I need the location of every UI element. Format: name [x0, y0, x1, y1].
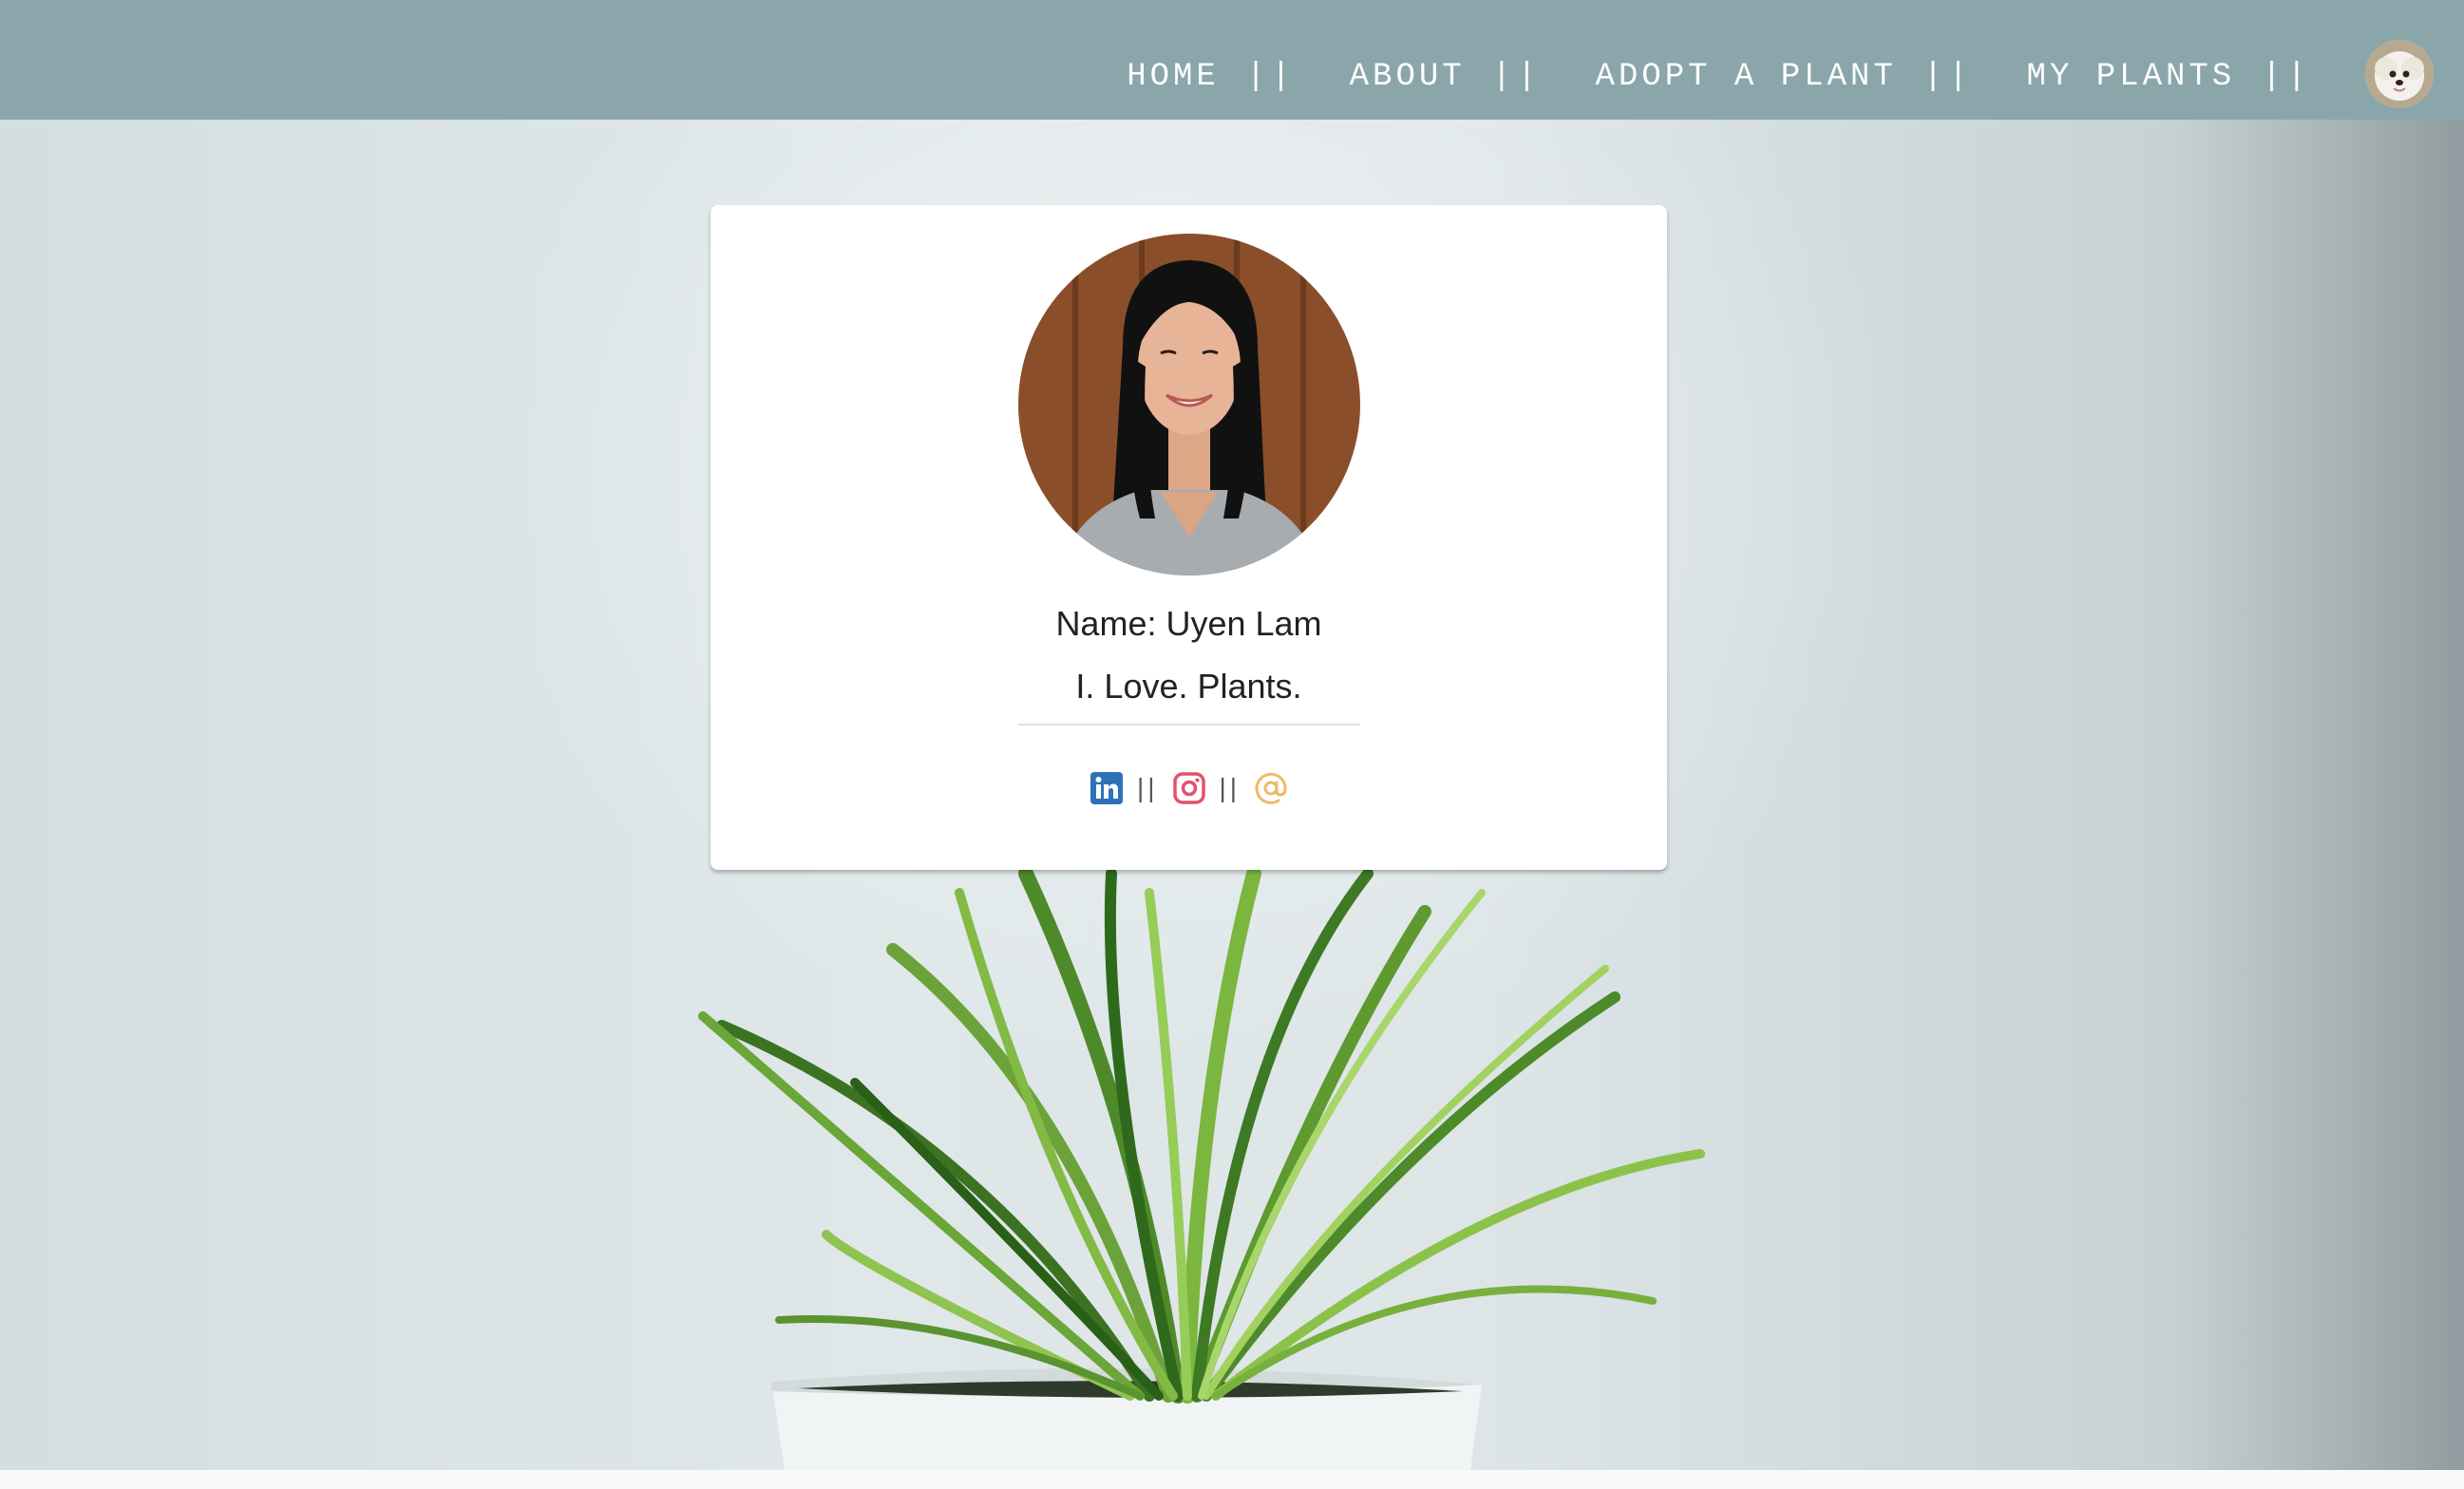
- profile-card: Name: Uyen Lam I. Love. Plants. || ||: [711, 205, 1667, 870]
- nav-links: HOME || ABOUT || ADOPT A PLANT || MY PLA…: [1127, 59, 2312, 95]
- dog-avatar-image: [2365, 40, 2434, 108]
- nav-separator: ||: [2262, 59, 2312, 95]
- instagram-icon[interactable]: [1172, 771, 1206, 805]
- profile-name: Name: Uyen Lam: [1055, 604, 1322, 643]
- profile-photo: [1018, 234, 1360, 575]
- social-links: || ||: [711, 771, 1667, 805]
- nav-separator: ||: [1923, 59, 1974, 95]
- nav-home-link[interactable]: HOME: [1127, 59, 1220, 95]
- user-avatar-icon[interactable]: [2365, 40, 2434, 108]
- social-separator: ||: [1219, 773, 1241, 802]
- nav-my-plants-link[interactable]: MY PLANTS: [2027, 59, 2236, 95]
- top-navbar: HOME || ABOUT || ADOPT A PLANT || MY PLA…: [0, 0, 2464, 120]
- nav-separator: ||: [1245, 59, 1297, 95]
- nav-about-link[interactable]: ABOUT: [1350, 59, 1466, 95]
- linkedin-icon[interactable]: [1090, 771, 1124, 805]
- profile-tagline: I. Love. Plants.: [1075, 667, 1302, 706]
- email-at-icon[interactable]: [1254, 771, 1288, 805]
- nav-separator: ||: [1491, 59, 1543, 95]
- social-separator: ||: [1136, 773, 1159, 802]
- nav-adopt-a-plant-link[interactable]: ADOPT A PLANT: [1595, 59, 1896, 95]
- profile-portrait-image: [1018, 234, 1360, 575]
- footer-strip: [0, 1470, 2464, 1489]
- card-divider: [1018, 724, 1360, 726]
